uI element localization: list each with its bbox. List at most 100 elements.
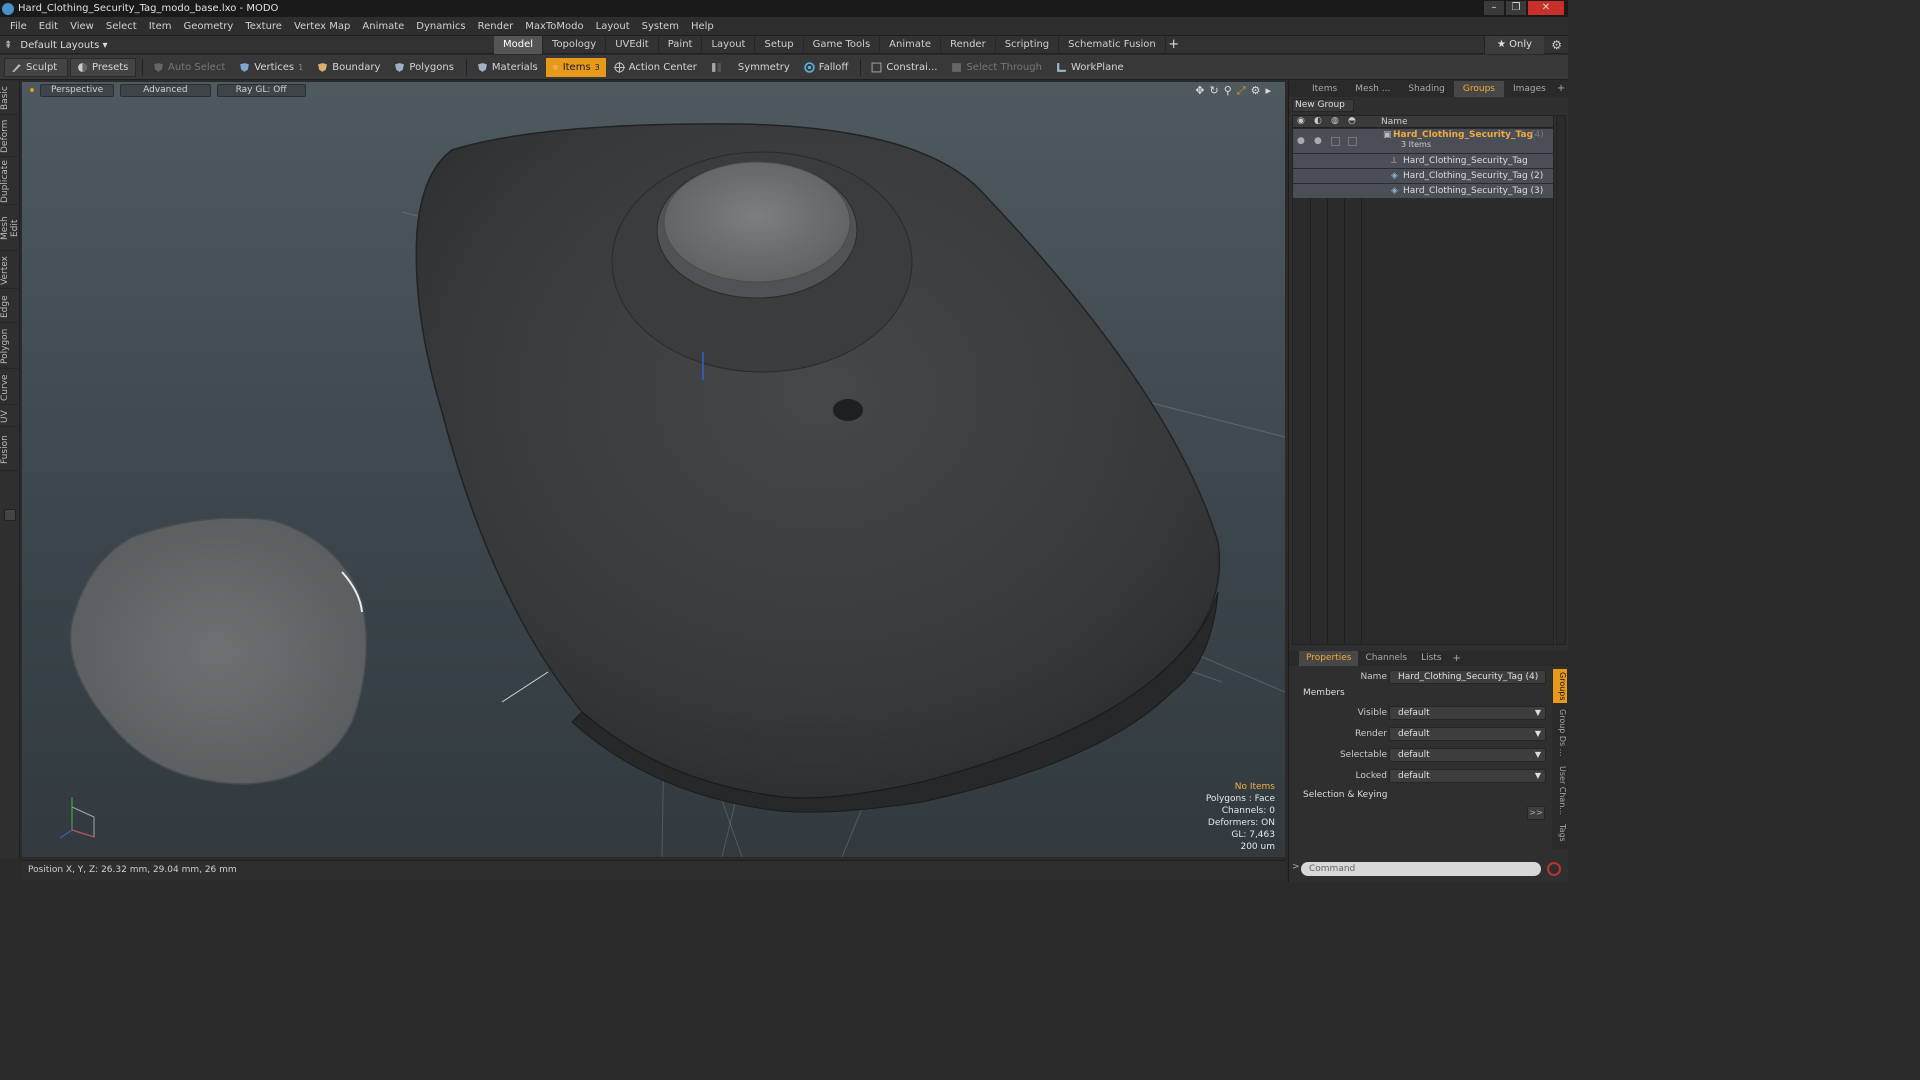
group-member-row[interactable]: ◈ Hard_Clothing_Security_Tag (2)	[1293, 169, 1553, 183]
menu-file[interactable]: File	[4, 17, 33, 36]
panel-tab-shading[interactable]: Shading	[1399, 81, 1454, 97]
left-tab-uv[interactable]: UV	[0, 407, 20, 427]
constraints-button[interactable]: Constrai...	[865, 58, 943, 77]
left-tab-curve[interactable]: Curve	[0, 371, 20, 405]
render-dropdown[interactable]: default ▼	[1389, 727, 1546, 741]
menu-render[interactable]: Render	[472, 17, 520, 36]
tab-properties[interactable]: Properties	[1299, 651, 1359, 666]
panel-tab-groups[interactable]: Groups	[1453, 81, 1504, 97]
viewport-scene[interactable]	[22, 82, 1285, 857]
tab-game-tools[interactable]: Game Tools	[804, 36, 881, 54]
tag-cap[interactable]	[663, 161, 851, 283]
group-render-toggle[interactable]: ●	[1314, 134, 1322, 148]
rotate-icon[interactable]: ↻	[1210, 84, 1219, 98]
menu-geometry[interactable]: Geometry	[177, 17, 239, 36]
layout-collapse-icon[interactable]: ⇞	[4, 40, 12, 51]
close-button[interactable]: ✕	[1528, 1, 1564, 15]
action-center-button[interactable]: Action Center	[608, 58, 703, 77]
perspective-dropdown[interactable]: Perspective	[40, 84, 115, 97]
menu-select[interactable]: Select	[100, 17, 143, 36]
default-layouts-dropdown[interactable]: Default Layouts ▾	[20, 40, 107, 51]
group-select-toggle[interactable]	[1348, 137, 1357, 146]
items-button[interactable]: Items 3	[545, 57, 606, 77]
groups-scrollbar[interactable]	[1556, 115, 1566, 645]
group-visibility-toggle[interactable]: ●	[1297, 134, 1305, 148]
menu-maxtomodo[interactable]: MaxToModo	[519, 17, 589, 36]
left-tab-edge[interactable]: Edge	[0, 291, 20, 323]
menu-view[interactable]: View	[64, 17, 100, 36]
properties-add-tab-icon[interactable]: +	[1453, 651, 1461, 666]
side-tab-groups[interactable]: Groups	[1553, 669, 1567, 703]
visible-dropdown[interactable]: default ▼	[1389, 706, 1546, 720]
tab-model[interactable]: Model	[494, 36, 544, 54]
menu-system[interactable]: System	[636, 17, 685, 36]
maximize-button[interactable]: ❐	[1506, 1, 1526, 15]
left-tab-mesh-edit[interactable]: Mesh Edit	[0, 207, 20, 251]
left-tab-deform[interactable]: Deform	[0, 117, 20, 157]
left-tab-vertex[interactable]: Vertex	[0, 253, 20, 289]
viewport-menu-dot-icon[interactable]	[30, 88, 34, 92]
tab-paint[interactable]: Paint	[659, 36, 703, 54]
workplane-button[interactable]: WorkPlane	[1050, 58, 1130, 77]
menu-texture[interactable]: Texture	[239, 17, 288, 36]
panel-add-tab-icon[interactable]: +	[1557, 81, 1565, 97]
presets-button[interactable]: Presets	[70, 57, 136, 77]
group-lock-toggle[interactable]	[1331, 137, 1340, 146]
new-group-button[interactable]: New Group	[1292, 99, 1354, 112]
polygons-button[interactable]: Polygons	[388, 58, 460, 77]
menu-animate[interactable]: Animate	[356, 17, 410, 36]
viewport-settings-icon[interactable]: ⚙	[1251, 84, 1261, 98]
boundary-button[interactable]: Boundary	[311, 58, 386, 77]
group-row[interactable]: ● ● ▣ Hard_Clothing_Security_Tag (4) 3 I…	[1293, 129, 1553, 153]
locked-dropdown[interactable]: default ▼	[1389, 769, 1546, 783]
sculpt-button[interactable]: Sculpt	[4, 57, 68, 77]
tab-scripting[interactable]: Scripting	[996, 36, 1060, 54]
menu-edit[interactable]: Edit	[33, 17, 64, 36]
command-history-icon[interactable]	[1547, 862, 1561, 876]
side-tab-group-ds[interactable]: Group Ds ...	[1553, 705, 1567, 761]
tab-animate[interactable]: Animate	[880, 36, 942, 54]
tab-render[interactable]: Render	[941, 36, 996, 54]
group-member-row[interactable]: ⟂ Hard_Clothing_Security_Tag	[1293, 154, 1553, 168]
menu-item[interactable]: Item	[143, 17, 178, 36]
side-tab-tags[interactable]: Tags	[1553, 821, 1567, 845]
zoom-icon[interactable]: ⚲	[1224, 84, 1232, 98]
select-through-button[interactable]: Select Through	[945, 58, 1048, 77]
panel-tab-items[interactable]: Items	[1303, 81, 1346, 97]
side-tab-user-chan[interactable]: User Chan...	[1553, 763, 1567, 819]
menu-layout[interactable]: Layout	[590, 17, 636, 36]
left-tab-basic[interactable]: Basic	[0, 83, 20, 115]
left-tab-fusion[interactable]: Fusion	[0, 429, 20, 471]
falloff-button[interactable]: Falloff	[798, 58, 855, 77]
selection-keying-section-header[interactable]: Selection & Keying	[1303, 790, 1387, 800]
symmetry-button[interactable]: Symmetry	[705, 58, 796, 77]
selectable-dropdown[interactable]: default ▼	[1389, 748, 1546, 762]
command-input[interactable]: Command	[1301, 862, 1541, 876]
tab-schematic-fusion[interactable]: Schematic Fusion	[1059, 36, 1166, 54]
advanced-shading-dropdown[interactable]: Advanced	[120, 84, 211, 97]
group-member-row[interactable]: ◈ Hard_Clothing_Security_Tag (3)	[1293, 184, 1553, 198]
raygl-toggle[interactable]: Ray GL: Off	[216, 84, 306, 97]
panel-tab-images[interactable]: Images	[1504, 81, 1555, 97]
panel-tab-mesh[interactable]: Mesh ...	[1346, 81, 1399, 97]
left-panel-toggle-icon[interactable]	[4, 509, 16, 521]
menu-help[interactable]: Help	[685, 17, 720, 36]
expand-arrows-button[interactable]: >>	[1527, 806, 1545, 820]
pan-icon[interactable]: ✥	[1195, 84, 1204, 98]
menu-dynamics[interactable]: Dynamics	[410, 17, 471, 36]
gear-icon[interactable]: ⚙	[1551, 38, 1562, 52]
vertices-button[interactable]: Vertices 1	[233, 58, 309, 77]
tab-uvedit[interactable]: UVEdit	[606, 36, 659, 54]
tab-setup[interactable]: Setup	[755, 36, 804, 54]
3d-viewport[interactable]: Perspective Advanced Ray GL: Off ✥ ↻ ⚲ ⤢…	[22, 82, 1285, 857]
left-tab-polygon[interactable]: Polygon	[0, 325, 20, 369]
only-button[interactable]: ★ Only	[1484, 36, 1544, 54]
tab-topology[interactable]: Topology	[543, 36, 607, 54]
group-name-field[interactable]: Hard_Clothing_Security_Tag (4)	[1389, 670, 1546, 684]
materials-button[interactable]: Materials	[471, 58, 544, 77]
add-tab-plus-icon[interactable]: +	[1166, 36, 1182, 54]
minimize-button[interactable]: –	[1484, 1, 1504, 15]
tab-lists[interactable]: Lists	[1414, 651, 1448, 666]
menu-vertex-map[interactable]: Vertex Map	[288, 17, 356, 36]
tab-channels[interactable]: Channels	[1358, 651, 1414, 666]
